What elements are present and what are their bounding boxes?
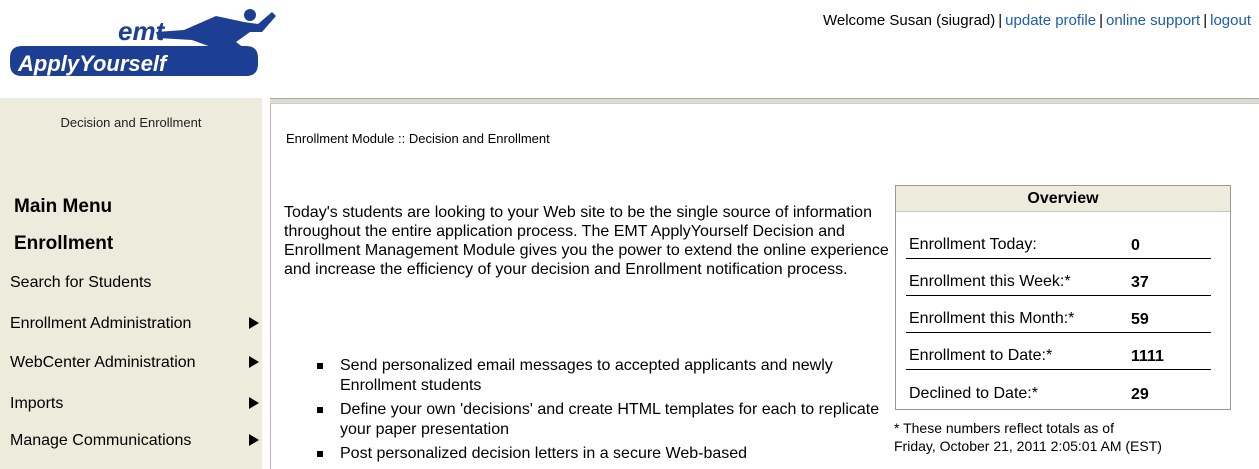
overview-label: Enrollment this Week:* — [909, 273, 1071, 290]
list-item: Define your own 'decisions' and create H… — [317, 401, 880, 438]
sidebar-item-search-for-students[interactable]: Search for Students — [10, 274, 260, 292]
overview-row-enrollment-to-date: Enrollment to Date:* 1111 — [906, 333, 1211, 370]
applyyourself-logo[interactable]: emt ApplyYourself — [6, 2, 276, 88]
list-item: Send personalized email messages to acce… — [317, 356, 880, 396]
sidebar-item-label: Search for Students — [10, 274, 152, 291]
submenu-arrow-icon — [249, 434, 259, 446]
sidebar-item-label: Manage Communications — [10, 432, 192, 449]
top-navigation: Welcome Susan (siugrad) | update profile | o… — [822, 12, 1251, 29]
overview-value: 1111 — [1131, 348, 1164, 365]
feature-list: Send personalized email messages to acce… — [317, 356, 880, 468]
overview-row-enrollment-month: Enrollment this Month:* 59 — [906, 296, 1211, 333]
sidebar-item-imports[interactable]: Imports — [10, 395, 260, 413]
footnote-line: * These numbers reflect totals as of — [894, 420, 1114, 436]
overview-value: 37 — [1131, 274, 1149, 291]
sidebar: Decision and Enrollment Main Menu Enroll… — [0, 98, 262, 469]
footnote-line: Friday, October 21, 2011 2:05:01 AM (EST… — [894, 438, 1162, 454]
submenu-arrow-icon — [249, 317, 259, 329]
sidebar-item-webcenter-administration[interactable]: WebCenter Administration — [10, 354, 260, 372]
sidebar-caption: Decision and Enrollment — [60, 115, 202, 130]
overview-label: Declined to Date:* — [909, 385, 1038, 402]
overview-row-declined-to-date: Declined to Date:* 29 — [906, 370, 1211, 407]
sidebar-item-label: WebCenter Administration — [10, 354, 196, 371]
overview-footnote: * These numbers reflect totals as of Fri… — [894, 419, 1162, 455]
list-item: Post personalized decision letters in a … — [317, 444, 880, 464]
breadcrumb: Enrollment Module :: Decision and Enroll… — [286, 131, 550, 146]
online-support-link[interactable]: online support — [1106, 12, 1200, 29]
overview-row-enrollment-week: Enrollment this Week:* 37 — [906, 259, 1211, 296]
overview-title: Overview — [896, 186, 1230, 212]
sidebar-item-label: Imports — [10, 395, 64, 412]
overview-panel: Overview Enrollment Today: 0 Enrollment … — [895, 185, 1231, 410]
overview-label: Enrollment this Month:* — [909, 310, 1075, 327]
overview-value: 59 — [1131, 311, 1149, 328]
intro-paragraph: Today's students are looking to your Web… — [284, 204, 889, 278]
submenu-arrow-icon — [249, 356, 259, 368]
overview-row-enrollment-today: Enrollment Today: 0 — [906, 222, 1211, 259]
update-profile-link[interactable]: update profile — [1005, 12, 1096, 29]
overview-value: 29 — [1131, 386, 1149, 403]
main-menu-heading: Main Menu — [14, 196, 113, 217]
logo-emt-text: emt — [118, 16, 166, 46]
logout-link[interactable]: logout — [1210, 12, 1251, 29]
sidebar-item-manage-communications[interactable]: Manage Communications — [10, 432, 260, 450]
logo-applyyourself-text: ApplyYourself — [17, 51, 169, 76]
overview-label: Enrollment Today: — [909, 236, 1037, 253]
sidebar-item-label: Enrollment Administration — [10, 315, 192, 332]
enrollment-section-heading: Enrollment — [14, 233, 114, 254]
welcome-text: Welcome Susan (siugrad) — [822, 12, 996, 29]
submenu-arrow-icon — [249, 397, 259, 409]
overview-label: Enrollment to Date:* — [909, 347, 1053, 364]
overview-value: 0 — [1131, 237, 1140, 254]
sidebar-item-enrollment-administration[interactable]: Enrollment Administration — [10, 315, 260, 333]
